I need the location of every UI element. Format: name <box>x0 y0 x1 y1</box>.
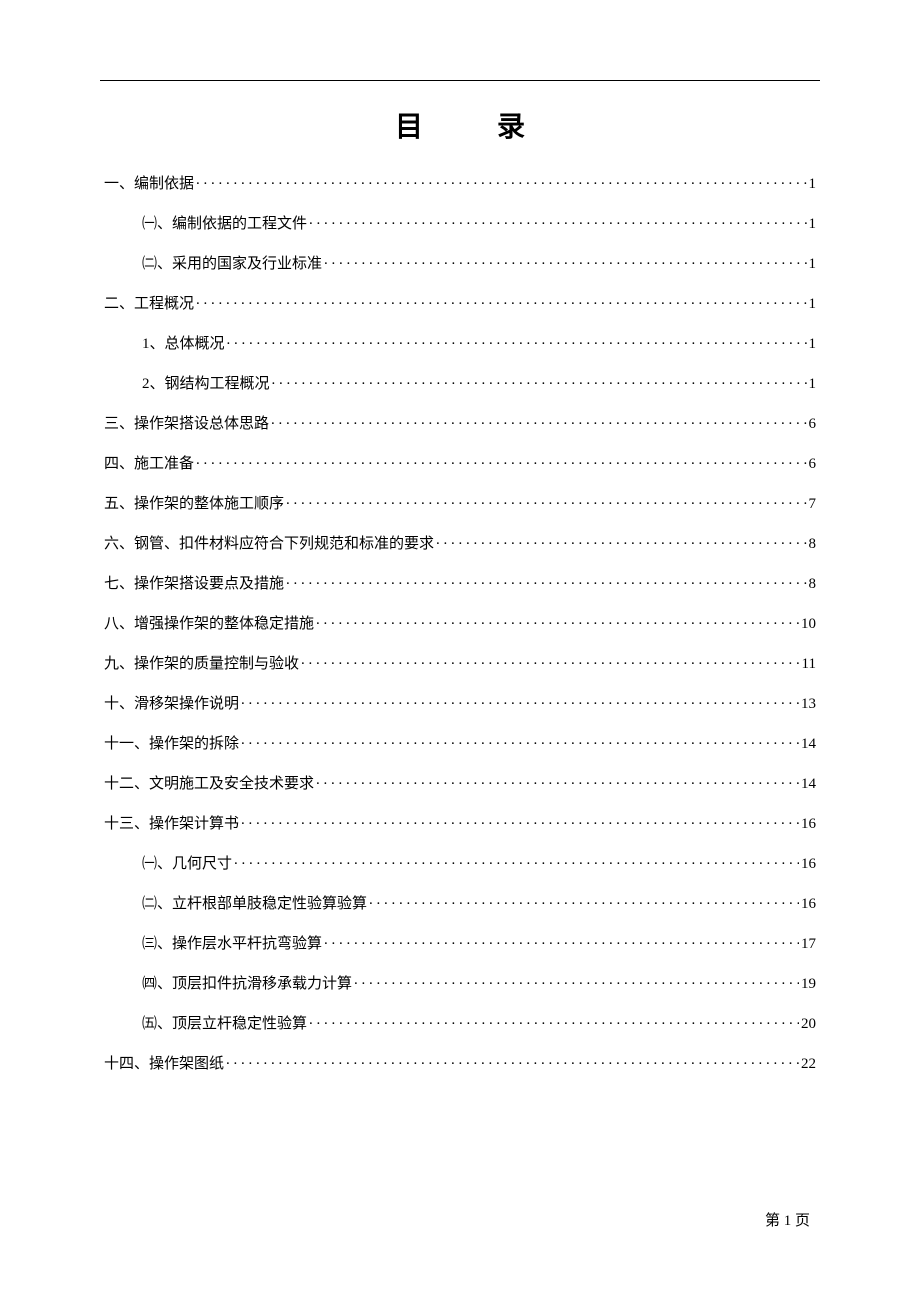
toc-entry-label: ㈠、编制依据的工程文件 <box>142 217 307 232</box>
toc-entry-label: 七、操作架搭设要点及措施 <box>104 577 284 592</box>
toc-entry-page: 14 <box>801 777 816 792</box>
toc-entry: 1、总体概况 1 <box>104 333 816 352</box>
toc-entry: 2、钢结构工程概况 1 <box>104 373 816 392</box>
toc-entry-label: 十二、文明施工及安全技术要求 <box>104 777 314 792</box>
toc-leader <box>286 573 806 588</box>
toc-entry-page: 10 <box>801 617 816 632</box>
header-rule <box>100 80 820 81</box>
toc-entry: 一、编制依据 1 <box>104 173 816 192</box>
toc-entry-page: 6 <box>809 457 817 472</box>
toc-entry-page: 17 <box>801 937 816 952</box>
toc-entry-page: 1 <box>809 177 817 192</box>
toc-entry-label: 十、滑移架操作说明 <box>104 697 239 712</box>
toc-entry: 十三、操作架计算书 16 <box>104 813 816 832</box>
toc-entry: ㈡、采用的国家及行业标准 1 <box>104 253 816 272</box>
document-page: 目录 一、编制依据1㈠、编制依据的工程文件1㈡、采用的国家及行业标准1二、工程概… <box>0 0 920 1302</box>
toc-leader <box>354 973 799 988</box>
toc-entry-label: ㈤、顶层立杆稳定性验算 <box>142 1017 307 1032</box>
toc-entry-page: 1 <box>809 337 817 352</box>
toc-leader <box>272 373 807 388</box>
toc-leader <box>196 453 806 468</box>
toc-entry-label: ㈠、几何尺寸 <box>142 857 232 872</box>
toc-entry-label: 二、工程概况 <box>104 297 194 312</box>
document-title: 目录 <box>100 99 820 173</box>
toc-entry-page: 8 <box>809 577 817 592</box>
toc-entry-page: 16 <box>801 817 816 832</box>
title-left: 目 <box>395 112 423 143</box>
toc-leader <box>309 213 806 228</box>
toc-leader <box>241 813 799 828</box>
toc-leader <box>241 733 799 748</box>
toc-leader <box>226 1053 799 1068</box>
toc-entry-page: 16 <box>801 857 816 872</box>
toc-entry: 十一、操作架的拆除 14 <box>104 733 816 752</box>
toc-entry: 十四、操作架图纸 22 <box>104 1053 816 1072</box>
toc-entry: ㈡、立杆根部单肢稳定性验算验算 16 <box>104 893 816 912</box>
toc-entry: 九、操作架的质量控制与验收 11 <box>104 653 816 672</box>
toc-entry-page: 11 <box>802 657 816 672</box>
toc-entry-label: 十三、操作架计算书 <box>104 817 239 832</box>
toc-entry-label: 十四、操作架图纸 <box>104 1057 224 1072</box>
toc-entry: 三、操作架搭设总体思路 6 <box>104 413 816 432</box>
toc-entry-page: 1 <box>809 257 817 272</box>
toc-entry: ㈤、顶层立杆稳定性验算 20 <box>104 1013 816 1032</box>
toc-entry: ㈠、编制依据的工程文件 1 <box>104 213 816 232</box>
title-right: 录 <box>497 112 525 143</box>
toc-entry: 十二、文明施工及安全技术要求 14 <box>104 773 816 792</box>
toc-entry-label: 一、编制依据 <box>104 177 194 192</box>
toc-leader <box>316 773 799 788</box>
toc-entry-label: 十一、操作架的拆除 <box>104 737 239 752</box>
toc-entry-label: ㈡、采用的国家及行业标准 <box>142 257 322 272</box>
toc-leader <box>436 533 806 548</box>
toc-entry-page: 1 <box>809 217 817 232</box>
toc-entry: 十、滑移架操作说明 13 <box>104 693 816 712</box>
toc-entry-page: 16 <box>801 897 816 912</box>
toc-entry-label: 八、增强操作架的整体稳定措施 <box>104 617 314 632</box>
toc-leader <box>271 413 806 428</box>
toc-entry-label: 三、操作架搭设总体思路 <box>104 417 269 432</box>
toc-leader <box>324 933 799 948</box>
toc-entry-label: ㈡、立杆根部单肢稳定性验算验算 <box>142 897 367 912</box>
toc-leader <box>227 333 807 348</box>
toc-entry-label: 五、操作架的整体施工顺序 <box>104 497 284 512</box>
toc-leader <box>316 613 799 628</box>
toc-leader <box>286 493 806 508</box>
toc-leader <box>196 173 806 188</box>
toc-entry: ㈣、顶层扣件抗滑移承载力计算 19 <box>104 973 816 992</box>
toc-entry-label: 四、施工准备 <box>104 457 194 472</box>
toc-entry: ㈠、几何尺寸 16 <box>104 853 816 872</box>
toc-entry: ㈢、操作层水平杆抗弯验算 17 <box>104 933 816 952</box>
toc-entry-page: 8 <box>809 537 817 552</box>
toc-leader <box>301 653 800 668</box>
toc-entry-label: 1、总体概况 <box>142 337 225 352</box>
toc-entry-page: 7 <box>809 497 817 512</box>
toc-entry: 五、操作架的整体施工顺序 7 <box>104 493 816 512</box>
toc-leader <box>324 253 806 268</box>
toc-entry-page: 6 <box>809 417 817 432</box>
toc-leader <box>309 1013 799 1028</box>
toc-entry: 六、钢管、扣件材料应符合下列规范和标准的要求 8 <box>104 533 816 552</box>
toc-entry-page: 20 <box>801 1017 816 1032</box>
toc-entry-page: 22 <box>801 1057 816 1072</box>
toc-leader <box>369 893 799 908</box>
toc-entry-label: 九、操作架的质量控制与验收 <box>104 657 299 672</box>
toc-entry-label: 六、钢管、扣件材料应符合下列规范和标准的要求 <box>104 537 434 552</box>
toc-entry-label: ㈢、操作层水平杆抗弯验算 <box>142 937 322 952</box>
toc-leader <box>196 293 806 308</box>
toc-entry: 四、施工准备 6 <box>104 453 816 472</box>
toc-entry-page: 14 <box>801 737 816 752</box>
toc-entry-page: 1 <box>809 297 817 312</box>
toc-leader <box>234 853 799 868</box>
toc-entry-label: ㈣、顶层扣件抗滑移承载力计算 <box>142 977 352 992</box>
toc-entry: 八、增强操作架的整体稳定措施 10 <box>104 613 816 632</box>
toc-entry-label: 2、钢结构工程概况 <box>142 377 270 392</box>
toc-entry-page: 1 <box>809 377 817 392</box>
toc-entry-page: 19 <box>801 977 816 992</box>
toc-entry-page: 13 <box>801 697 816 712</box>
toc-entry: 七、操作架搭设要点及措施 8 <box>104 573 816 592</box>
toc-entry: 二、工程概况 1 <box>104 293 816 312</box>
page-footer: 第 1 页 <box>765 1209 810 1230</box>
toc-leader <box>241 693 799 708</box>
table-of-contents: 一、编制依据1㈠、编制依据的工程文件1㈡、采用的国家及行业标准1二、工程概况11… <box>100 173 820 1072</box>
